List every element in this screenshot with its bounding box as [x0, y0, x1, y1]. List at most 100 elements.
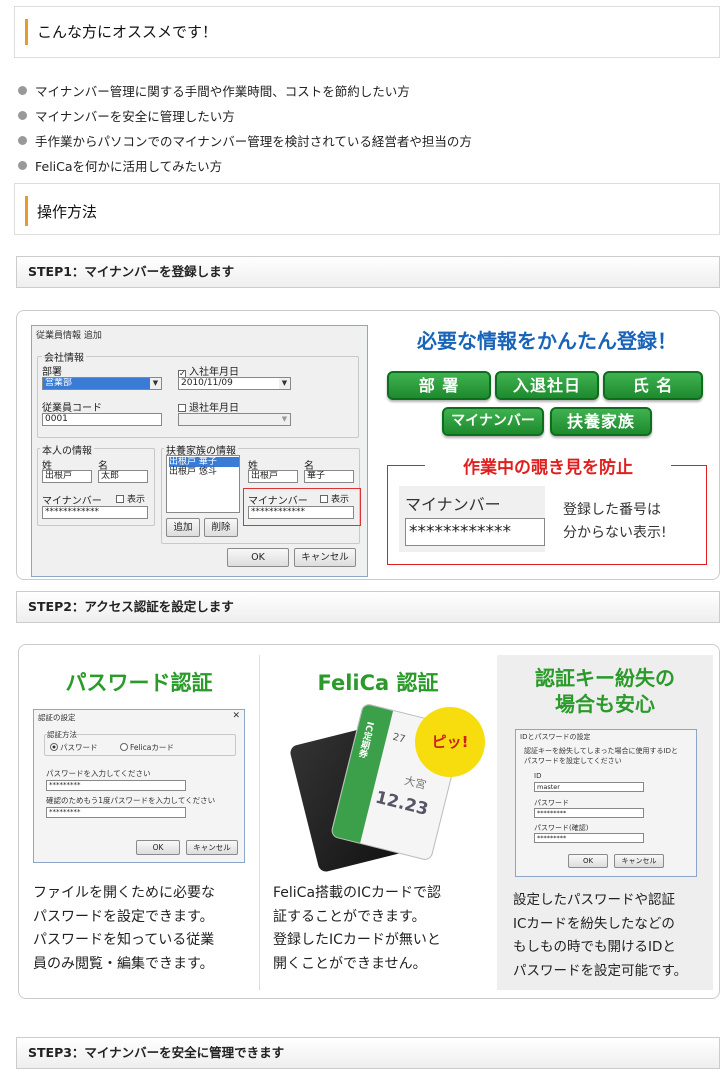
bullet-icon — [18, 111, 27, 120]
bullet-icon — [18, 136, 27, 145]
pw-label: パスワードを入力してください — [46, 769, 151, 778]
dept-label: 部署 — [42, 367, 62, 378]
peek-input: ************ — [405, 518, 545, 546]
self-mei-input[interactable]: 太郎 — [98, 470, 148, 483]
fam-mynumber-input[interactable]: ************ — [248, 506, 354, 519]
group-label: 本人の情報 — [40, 442, 94, 457]
column-divider — [259, 655, 260, 990]
confirm-label: 確認のためもう1度パスワードを入力してください — [46, 796, 216, 805]
radio-icon — [120, 743, 128, 751]
checkbox[interactable] — [116, 495, 124, 503]
cancel-button[interactable]: キャンセル — [186, 840, 238, 855]
id-password-dialog: IDとパスワードの設定 認証キーを紛失してしまった場合に使用するIDと パスワー… — [515, 729, 697, 877]
accent-bar — [25, 19, 28, 45]
ok-button[interactable]: OK — [227, 548, 289, 567]
empcode-input[interactable]: 0001 — [42, 413, 162, 426]
hire-label: ✓ 入社年月日 — [178, 367, 239, 378]
ok-button[interactable]: OK — [136, 840, 180, 855]
radio-icon — [50, 743, 58, 751]
list-item[interactable]: 出根戸 華子 — [169, 457, 239, 467]
step1-bar: STEP1：マイナンバーを登録します — [16, 256, 720, 288]
pip-badge: ピッ! — [415, 707, 485, 777]
list-item: マイナンバー管理に関する手間や作業時間、コストを節約したい方 — [18, 81, 410, 100]
step1-headline: 必要な情報をかんたん登録！ — [417, 329, 677, 353]
section-header-operation: 操作方法 — [14, 183, 720, 235]
password-input[interactable]: ********* — [46, 780, 186, 791]
dialog-message: 認証キーを紛失してしまった場合に使用するIDと パスワードを設定してください — [524, 747, 678, 765]
show-label: 表示 — [116, 492, 145, 505]
password-auth-title: パスワード認証 — [65, 671, 213, 695]
bullet-icon — [18, 161, 27, 170]
close-icon[interactable]: ✕ — [232, 711, 240, 721]
peek-sample: マイナンバー ************ — [399, 486, 545, 552]
felica-auth-desc: FeliCa搭載のICカードで認 証することができます。 登録したICカードが無… — [273, 885, 441, 972]
tag-family: 扶養家族 — [550, 407, 652, 436]
peek-note: 登録した番号は 分からない表示! — [563, 502, 667, 541]
list-item: 手作業からパソコンでのマイナンバー管理を検討されている経営者や担当の方 — [18, 131, 472, 150]
id-label: ID — [534, 772, 542, 780]
family-listbox[interactable]: 出根戸 華子 出根戸 悠斗 — [166, 455, 240, 513]
pw-label: パスワード — [534, 799, 569, 807]
pw2-label: パスワード(確認) — [534, 824, 589, 832]
mynumber-label: マイナンバー — [42, 496, 102, 507]
step2-panel: パスワード認証 認証の設定 ✕ 認証方法 パスワード Felicaカード パスワ… — [18, 644, 720, 999]
dialog-title: 認証の設定 — [38, 713, 76, 722]
bullet-icon — [18, 86, 27, 95]
list-item[interactable]: 出根戸 悠斗 — [169, 467, 239, 477]
step2-bar: STEP2：アクセス認証を設定します — [16, 591, 720, 623]
fam-mei-input[interactable]: 華子 — [304, 470, 354, 483]
felica-cards-image: IC定期券 27 東京 大宮 12.23 ピッ! — [288, 702, 485, 874]
id-input[interactable]: master — [534, 782, 644, 792]
ok-button[interactable]: OK — [568, 854, 608, 868]
card-text: 27 — [391, 731, 407, 746]
felica-auth-title: FeliCa 認証 — [317, 671, 439, 695]
backup-auth-desc: 設定したパスワードや認証 ICカードを紛失したなどの もしもの時でも開けるIDと… — [513, 892, 688, 979]
tag-hire-retire: 入退社日 — [495, 371, 599, 400]
checkbox[interactable] — [178, 404, 186, 412]
retire-date-picker[interactable]: ▼ — [178, 413, 291, 426]
section-header-recommend: こんな方にオススメです！ — [14, 6, 720, 58]
mynumber-label: マイナンバー — [248, 496, 308, 507]
checkbox[interactable] — [320, 495, 328, 503]
fam-sei-input[interactable]: 出根戸 — [248, 470, 298, 483]
empcode-label: 従業員コード — [42, 403, 102, 414]
chevron-down-icon: ▼ — [150, 378, 161, 389]
auth-dialog: 認証の設定 ✕ 認証方法 パスワード Felicaカード パスワードを入力してく… — [33, 709, 245, 863]
chevron-down-icon: ▼ — [279, 378, 290, 389]
tag-name: 氏 名 — [603, 371, 703, 400]
section-title: こんな方にオススメです！ — [37, 23, 218, 41]
list-item: FeliCaを何かに活用してみたい方 — [18, 156, 222, 175]
list-item: マイナンバーを安全に管理したい方 — [18, 106, 235, 125]
password-confirm-input[interactable]: ********* — [46, 807, 186, 818]
password-confirm-input[interactable]: ********* — [534, 833, 644, 843]
radio-password[interactable]: パスワード — [50, 742, 98, 753]
password-auth-desc: ファイルを開くために必要な パスワードを設定できます。 パスワードを知っている従… — [33, 885, 215, 972]
section-title: 操作方法 — [37, 203, 98, 221]
accent-bar — [25, 196, 28, 226]
card-text: 大宮 — [403, 773, 428, 792]
show-label: 表示 — [320, 492, 349, 505]
retire-label: 退社年月日 — [178, 399, 239, 414]
self-sei-input[interactable]: 出根戸 — [42, 470, 92, 483]
step1-panel: 従業員情報 追加 会社情報 部署 営業部 ▼ ✓ 入社年月日 2010/11/09… — [16, 310, 720, 580]
group-label: 認証方法 — [47, 729, 77, 740]
radio-felica[interactable]: Felicaカード — [120, 742, 174, 753]
step3-bar: STEP3：マイナンバーを安全に管理できます — [16, 1037, 720, 1069]
group-label: 会社情報 — [42, 349, 86, 364]
chevron-down-icon: ▼ — [281, 415, 288, 423]
dept-select[interactable]: 営業部 ▼ — [42, 377, 162, 390]
peek-title: 作業中の覗き見を防止 — [425, 453, 671, 478]
backup-auth-title: 認証キー紛失の 場合も安心 — [535, 666, 675, 716]
peek-label: マイナンバー — [405, 495, 501, 514]
cancel-button[interactable]: キャンセル — [614, 854, 664, 868]
dialog-title: IDとパスワードの設定 — [520, 733, 591, 741]
password-input[interactable]: ********* — [534, 808, 644, 818]
employee-dialog: 従業員情報 追加 会社情報 部署 営業部 ▼ ✓ 入社年月日 2010/11/09… — [31, 325, 368, 577]
cancel-button[interactable]: キャンセル — [294, 548, 356, 567]
delete-button[interactable]: 削除 — [204, 518, 238, 537]
tag-dept: 部 署 — [387, 371, 491, 400]
self-mynumber-input[interactable]: ************ — [42, 506, 148, 519]
dialog-title: 従業員情報 追加 — [36, 331, 102, 341]
hire-date-picker[interactable]: 2010/11/09 ▼ — [178, 377, 291, 390]
add-button[interactable]: 追加 — [166, 518, 200, 537]
